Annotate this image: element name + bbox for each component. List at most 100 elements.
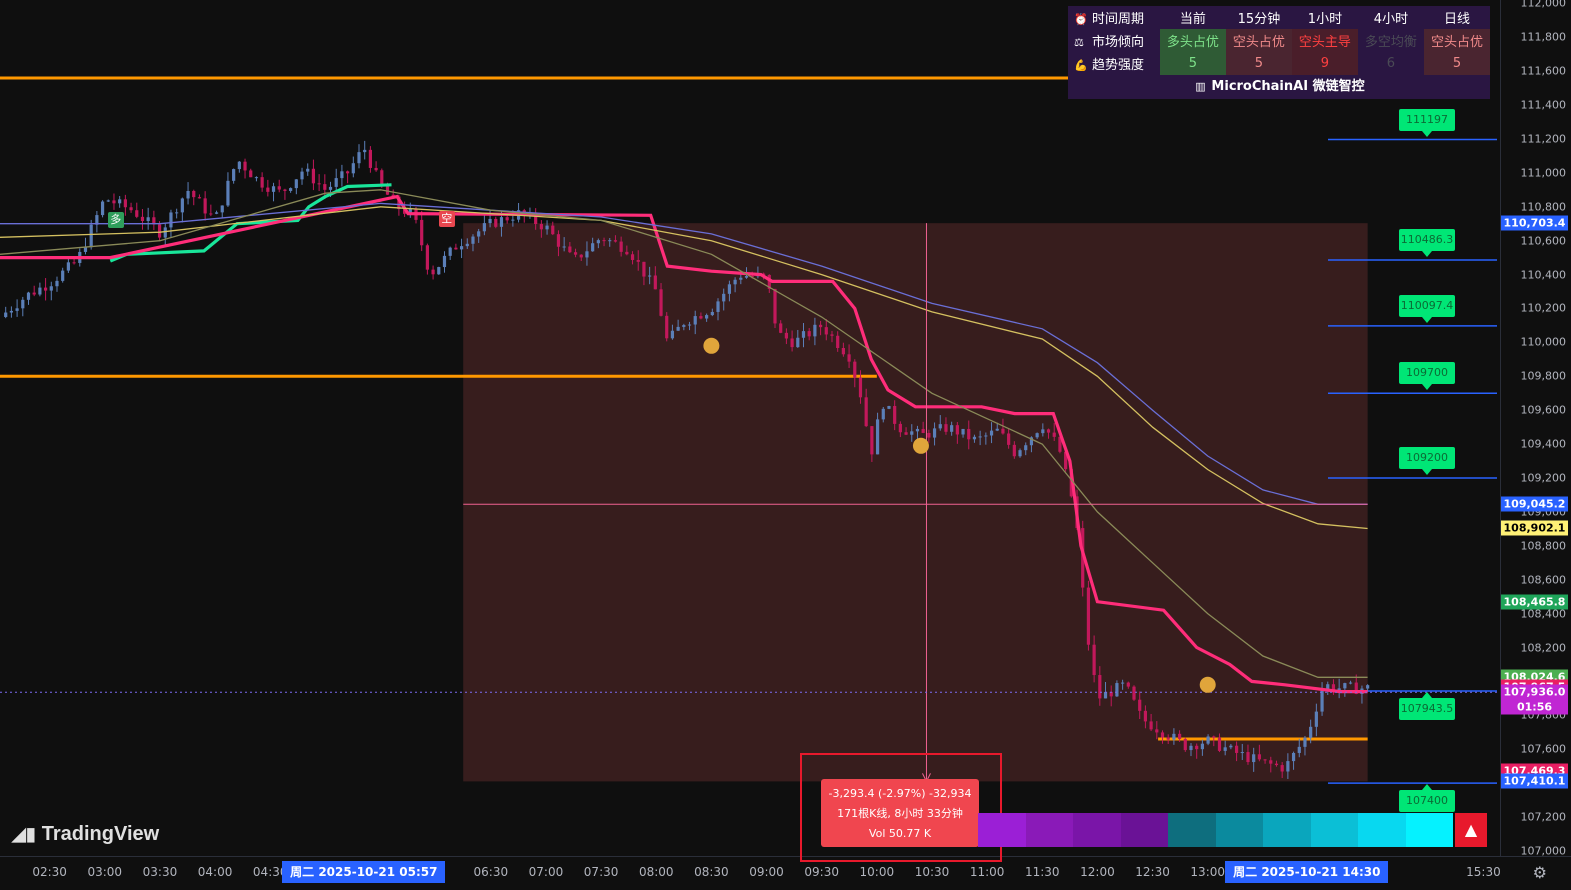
candle-body: [186, 190, 190, 199]
candle-body: [340, 171, 344, 179]
candle-body: [1240, 752, 1244, 754]
info-cell: 6: [1357, 52, 1424, 75]
time-tick: 12:00: [1080, 865, 1115, 879]
candle-body: [1257, 754, 1261, 760]
candle-body: [784, 332, 788, 339]
candle-body: [1183, 738, 1187, 751]
candle-body: [1143, 710, 1148, 722]
price-tag: 108,465.8: [1501, 594, 1568, 610]
brand-footer: ▥ MicroChainAI 微链智控: [1068, 75, 1490, 99]
signal-dot: [1199, 676, 1216, 693]
candle-body: [294, 179, 298, 189]
candle-body: [9, 310, 13, 313]
candle-body: [1001, 428, 1005, 434]
candle-body: [739, 277, 743, 280]
header-1d: 日线: [1443, 12, 1470, 27]
candle-body: [1246, 752, 1250, 763]
price-tick: 109,600: [1520, 403, 1567, 417]
candle-body: [676, 326, 680, 331]
tradingview-logo[interactable]: ◢▮ TradingView: [12, 823, 159, 846]
candle-body: [904, 432, 908, 435]
signal-dot: [912, 437, 929, 454]
info-header-row: ⏰ 时间周期 当前 15分钟 1小时 4小时 日线: [1068, 6, 1490, 29]
candle-body: [323, 184, 327, 190]
time-tick: 15:30: [1466, 865, 1501, 879]
candle-body: [1012, 444, 1016, 457]
candle-body: [705, 315, 709, 319]
candle-body: [801, 331, 806, 338]
candle-body: [1229, 745, 1233, 748]
countdown-tag: 01:56: [1501, 699, 1568, 715]
candle-body: [722, 293, 726, 302]
candle-body: [813, 324, 817, 337]
candle-body: [271, 186, 276, 192]
candle-body: [818, 324, 823, 328]
candle-body: [32, 292, 36, 295]
candle-body: [1263, 759, 1267, 761]
level-label: 110486.3: [1399, 228, 1455, 257]
candle-body: [437, 267, 441, 275]
gear-icon[interactable]: ⚙: [1533, 863, 1547, 882]
candle-body: [950, 425, 954, 432]
candle-body: [175, 212, 179, 214]
price-axis[interactable]: 107,000107,200107,400107,600107,800108,0…: [1500, 0, 1571, 857]
candle-body: [1269, 760, 1273, 764]
time-tick: 07:00: [528, 865, 564, 879]
candle-body: [21, 299, 25, 309]
candle-body: [995, 428, 999, 431]
candle-body: [15, 308, 19, 311]
candle-body: [841, 347, 845, 355]
candle-body: [847, 354, 851, 362]
candle-body: [220, 205, 224, 213]
heat-cell: [1168, 813, 1216, 847]
candle-body: [978, 436, 982, 438]
candle-body: [955, 425, 959, 435]
candle-body: [727, 284, 732, 294]
measure-change: -3,293.4 (-2.97%) -32,934: [828, 787, 972, 800]
candle-body: [1314, 711, 1318, 727]
time-highlight: 周二 2025-10-21 05:57: [282, 861, 446, 883]
candle-body: [1297, 746, 1301, 753]
candle-body: [488, 218, 492, 224]
info-cell: 空头主导: [1291, 29, 1358, 52]
candle-body: [1121, 682, 1125, 684]
price-tick: 110,600: [1520, 234, 1567, 248]
candle-body: [1200, 743, 1204, 750]
candle-body: [1195, 745, 1199, 750]
candle-body: [1024, 445, 1028, 451]
candle-body: [1348, 682, 1353, 684]
candle-body: [596, 240, 600, 244]
triangle-up-icon[interactable]: ▲: [1455, 813, 1487, 847]
candle-body: [1280, 765, 1284, 772]
candle-body: [112, 200, 116, 204]
price-chart[interactable]: [0, 0, 1500, 856]
strength-label-cell: 💪 趋势强度: [1074, 58, 1145, 73]
candle-body: [579, 254, 583, 258]
candle-body: [824, 327, 828, 335]
candle-body: [465, 243, 469, 247]
candle-body: [893, 405, 897, 424]
level-label: 107943.5: [1399, 691, 1455, 720]
time-axis[interactable]: 02:3003:0003:3004:0004:3005:0006:3007:00…: [0, 856, 1571, 890]
candle-body: [1320, 690, 1324, 712]
price-tick: 111,800: [1520, 30, 1567, 44]
candle-body: [551, 225, 555, 235]
candle-body: [972, 436, 977, 440]
price-tick: 108,200: [1520, 641, 1567, 654]
candle-body: [1286, 761, 1290, 772]
candle-body: [830, 334, 834, 336]
time-tick: 07:30: [583, 865, 619, 879]
candle-body: [317, 183, 321, 185]
candle-body: [243, 161, 247, 171]
candle-body: [568, 246, 572, 253]
candle-body: [306, 168, 310, 172]
info-cell: 多空均衡: [1357, 29, 1424, 52]
candle-body: [277, 186, 281, 190]
candle-body: [836, 335, 840, 348]
candle-body: [682, 325, 686, 327]
price-tag: 107,410.1: [1501, 773, 1568, 789]
candle-body: [431, 269, 435, 275]
candle-body: [1206, 736, 1210, 744]
alarm-clock-icon: ⏰: [1074, 13, 1088, 26]
heat-cell: [1120, 813, 1168, 847]
